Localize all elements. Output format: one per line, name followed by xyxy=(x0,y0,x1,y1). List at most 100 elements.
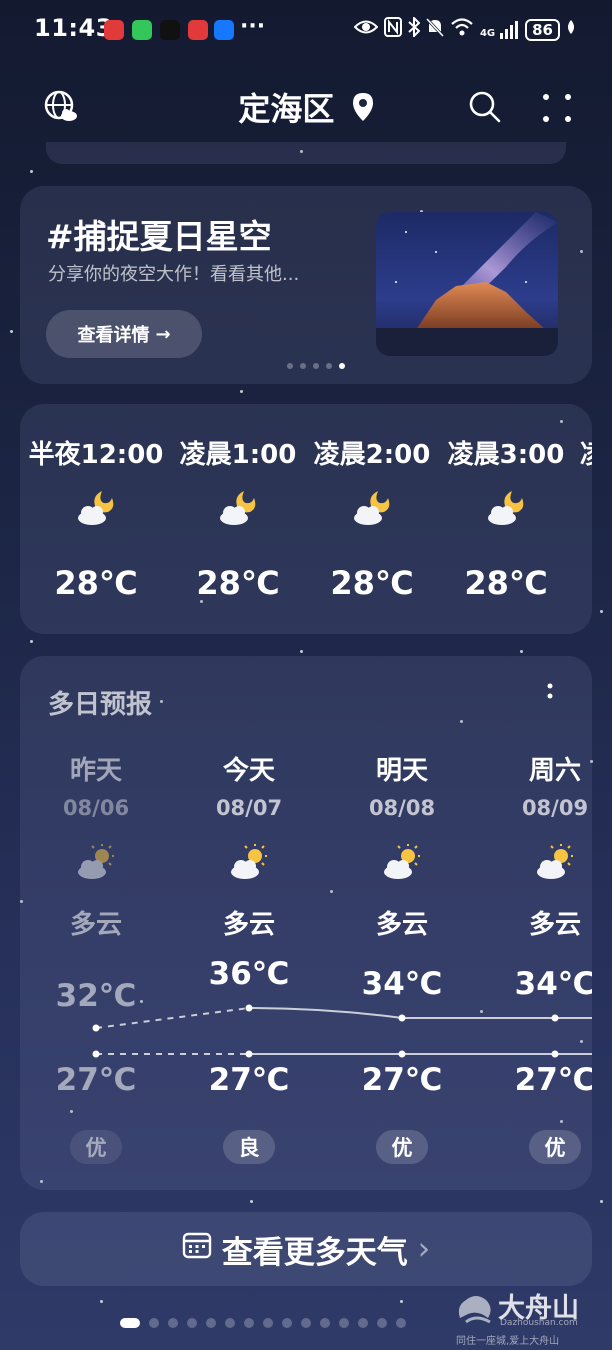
star-dot xyxy=(240,390,243,393)
partly-cloudy-night-icon xyxy=(352,488,392,528)
pager-dot-active[interactable] xyxy=(339,363,345,369)
hour-time: 凌晨3:00 xyxy=(447,440,565,470)
daily-forecast-card[interactable]: 多日预报 昨天 08/06 多云 32℃ 27℃ 优 今天 08/07 多云 3… xyxy=(20,656,592,1190)
more-weather-label: 查看更多天气 xyxy=(221,1234,408,1271)
page-dot[interactable] xyxy=(263,1318,273,1328)
day-name: 明天 xyxy=(375,756,428,786)
view-details-label: 查看详情 xyxy=(77,325,150,346)
wifi-icon xyxy=(450,18,474,41)
day-date: 08/09 xyxy=(521,796,589,820)
hour-temperature: 28℃ xyxy=(464,564,548,602)
promo-pager xyxy=(20,363,592,369)
high-temp-point xyxy=(398,1014,406,1022)
page-dot[interactable] xyxy=(320,1318,330,1328)
partly-cloudy-day-icon xyxy=(535,842,575,882)
page-dot[interactable] xyxy=(225,1318,235,1328)
app-notification-icon xyxy=(104,20,124,40)
more-notifications-icon: ··· xyxy=(240,14,266,39)
low-temp-point xyxy=(245,1050,253,1058)
star-dot xyxy=(520,650,523,653)
star-dot xyxy=(250,1200,253,1203)
day-date: 08/06 xyxy=(62,796,130,820)
page-dot[interactable] xyxy=(377,1318,387,1328)
air-quality-badge: 优 xyxy=(376,1130,428,1164)
pager-dot[interactable] xyxy=(300,363,306,369)
high-temp-point xyxy=(245,1004,253,1012)
status-time: 11:43 xyxy=(34,14,113,42)
day-name: 周六 xyxy=(528,756,581,786)
network-type-label: 4G xyxy=(479,27,496,39)
page-dot[interactable] xyxy=(149,1318,159,1328)
hourly-forecast-card[interactable]: 半夜12:00 28℃ 凌晨1:00 28℃ 凌晨2:00 28℃ 凌晨3:00… xyxy=(20,404,592,634)
cellular-signal-icon: 4G xyxy=(479,20,519,39)
watermark-url: Dazhoushan.com xyxy=(500,1318,578,1328)
charging-leaf-icon xyxy=(566,19,576,40)
promo-title: #捕捉夏日星空 xyxy=(46,217,272,256)
page-dot[interactable] xyxy=(358,1318,368,1328)
calendar-icon xyxy=(182,1230,212,1268)
low-temp-point xyxy=(92,1050,100,1058)
alipay-icon xyxy=(214,20,234,40)
hour-temperature: 28℃ xyxy=(54,564,138,602)
low-temp-point xyxy=(398,1050,406,1058)
day-low-temp: 27℃ xyxy=(55,1062,137,1098)
more-weather-button[interactable]: 查看更多天气 › xyxy=(20,1212,592,1286)
day-low-temp: 27℃ xyxy=(208,1062,290,1098)
day-date: 08/07 xyxy=(215,796,283,820)
page-dot[interactable] xyxy=(396,1318,406,1328)
more-dots-icon[interactable] xyxy=(540,92,574,126)
star-dot xyxy=(30,640,33,643)
mute-bell-icon xyxy=(425,17,445,42)
partly-cloudy-night-icon xyxy=(76,488,116,528)
partly-cloudy-night-icon xyxy=(218,488,258,528)
pager-dot[interactable] xyxy=(313,363,319,369)
chevron-right-icon: › xyxy=(417,1231,431,1267)
star-dot xyxy=(100,1300,103,1303)
page-dot[interactable] xyxy=(339,1318,349,1328)
star-dot xyxy=(10,330,13,333)
air-quality-badge: 良 xyxy=(223,1130,275,1164)
low-temp-point xyxy=(551,1050,559,1058)
watermark: 大舟山 Dazhoushan.com 同住一座城,爱上大舟山 xyxy=(452,1284,602,1347)
pager-dot[interactable] xyxy=(326,363,332,369)
partly-cloudy-day-icon xyxy=(382,842,422,882)
location-title[interactable]: 定海区 xyxy=(0,84,612,130)
air-quality-badge: 优 xyxy=(529,1130,581,1164)
page-dot[interactable] xyxy=(206,1318,216,1328)
hour-temperature: 28℃ xyxy=(196,564,280,602)
air-quality-badge: 优 xyxy=(70,1130,122,1164)
arrow-right-icon: → xyxy=(155,323,171,345)
header: 定海区 xyxy=(0,76,612,140)
page-dot[interactable] xyxy=(282,1318,292,1328)
watermark-logo-icon xyxy=(458,1296,491,1324)
page-dot[interactable] xyxy=(301,1318,311,1328)
page-dot[interactable] xyxy=(168,1318,178,1328)
wechat-icon xyxy=(132,20,152,40)
hour-time: 凌晨1:00 xyxy=(179,440,297,470)
starry-sky-photo[interactable] xyxy=(376,212,558,356)
high-temp-point xyxy=(92,1024,100,1032)
search-icon[interactable] xyxy=(468,90,502,124)
partly-cloudy-day-icon xyxy=(229,842,269,882)
day-high-temp: 34℃ xyxy=(514,966,592,1002)
page-dot[interactable] xyxy=(244,1318,254,1328)
system-icons: 4G 86 xyxy=(353,15,576,42)
page-dot-active[interactable] xyxy=(120,1318,140,1328)
view-details-button[interactable]: 查看详情 → xyxy=(46,310,202,358)
day-high-temp: 32℃ xyxy=(55,978,137,1014)
high-temp-point xyxy=(551,1014,559,1022)
promo-card[interactable]: #捕捉夏日星空 分享你的夜空大作！看看其他... 查看详情 → xyxy=(20,186,592,384)
day-condition: 多云 xyxy=(222,910,275,940)
day-high-temp: 36℃ xyxy=(208,956,290,992)
bluetooth-icon xyxy=(408,15,421,42)
pager-dot[interactable] xyxy=(287,363,293,369)
day-date: 08/08 xyxy=(368,796,436,820)
day-condition: 多云 xyxy=(69,910,122,940)
partly-cloudy-night-icon xyxy=(486,488,526,528)
partly-cloudy-day-icon xyxy=(76,842,116,882)
star-dot xyxy=(400,1300,403,1303)
watermark-slogan: 同住一座城,爱上大舟山 xyxy=(456,1336,560,1347)
hour-time: 凌 xyxy=(570,434,592,471)
status-bar: 11:43 ··· 4G 86 xyxy=(0,0,612,60)
page-dot[interactable] xyxy=(187,1318,197,1328)
